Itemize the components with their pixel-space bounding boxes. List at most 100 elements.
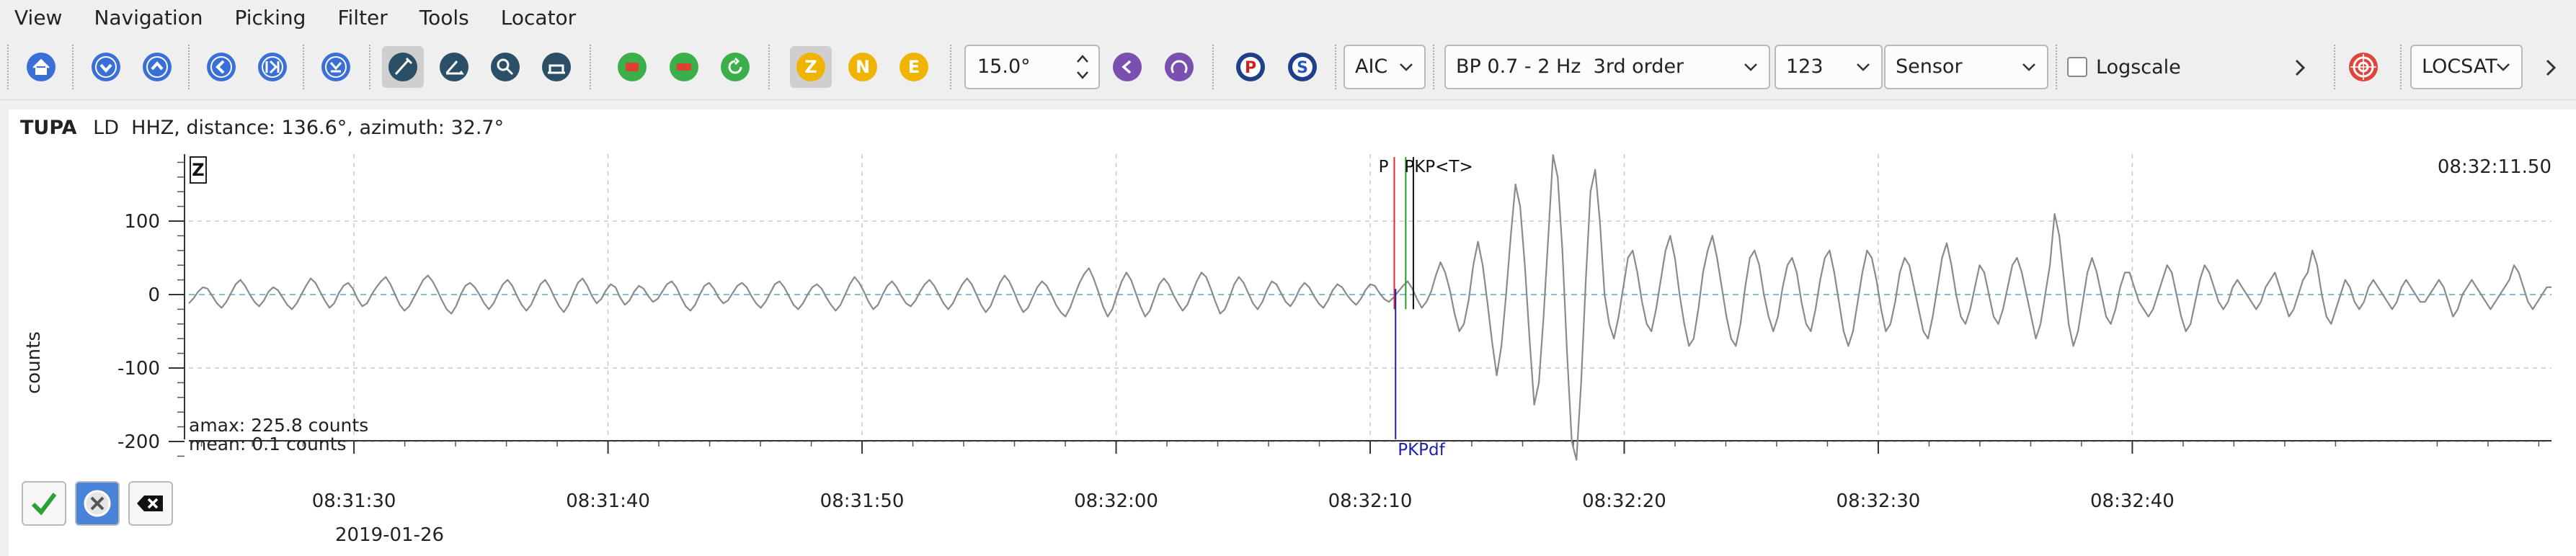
- toolbar-grip[interactable]: [590, 45, 593, 89]
- apply-green-icon: [618, 53, 647, 81]
- seismogram-plot[interactable]: 08:31:30 08:31:40 08:31:50 08:32:00 08:32:10…: [9, 109, 2576, 556]
- component-z-button[interactable]: Z: [790, 46, 832, 88]
- svg-text:P: P: [1245, 59, 1256, 77]
- logscale-checkbox-box[interactable]: [2067, 57, 2087, 77]
- toolbar-grip[interactable]: [7, 45, 11, 89]
- component-n-icon: N: [848, 53, 877, 81]
- filter-value: BP 0.7 - 2 Hz 3rd order: [1456, 55, 1684, 78]
- chevron-down-icon: [1744, 63, 1757, 71]
- toolbar-grip[interactable]: [768, 45, 772, 89]
- menu-locator[interactable]: Locator: [485, 0, 592, 36]
- toolbar-grip[interactable]: [2056, 45, 2059, 89]
- date-label: 2019-01-26: [335, 524, 445, 546]
- channel-value: 123: [1786, 55, 1824, 78]
- chevron-down-icon: [1857, 63, 1870, 71]
- undo-button[interactable]: [714, 46, 756, 88]
- phase-picks: P PKP<T> PKPdf: [1379, 157, 1473, 459]
- y-tick-label: 0: [148, 284, 160, 306]
- phase-p-icon: P: [1236, 53, 1265, 81]
- chevron-down-icon: [2022, 63, 2035, 71]
- rotate-button[interactable]: [433, 46, 475, 88]
- toolbar-grip[interactable]: [2400, 45, 2404, 89]
- locator-select[interactable]: LOCSAT: [2410, 45, 2523, 89]
- pick-s-button[interactable]: S: [1282, 46, 1323, 88]
- previous-trace-button[interactable]: [85, 46, 127, 88]
- spin-updown-icon[interactable]: [1074, 50, 1091, 84]
- chevron-right-icon[interactable]: [2540, 52, 2562, 84]
- relocate-button[interactable]: [2342, 46, 2384, 88]
- chevron-right-icon[interactable]: [2289, 52, 2311, 84]
- x-tick-label: 08:32:30: [1836, 490, 1921, 512]
- angle-increase-button[interactable]: [1158, 46, 1200, 88]
- rotate-icon: [440, 53, 468, 81]
- trace-panel: TUPA LD HHZ, distance: 136.6°, azimuth: …: [9, 109, 2576, 556]
- component-badge: Z: [192, 160, 204, 180]
- svg-text:S: S: [1297, 59, 1308, 77]
- toolbar-grip[interactable]: [188, 45, 192, 89]
- plot-grid: [189, 154, 2551, 442]
- toolbar-grip[interactable]: [303, 45, 306, 89]
- zoom-trace-icon: [491, 53, 520, 81]
- picker-value: AIC: [1355, 55, 1388, 78]
- chevron-down-icon: [2497, 63, 2510, 71]
- x-tick-label: 08:32:00: [1074, 490, 1158, 512]
- x-tick-label: 08:31:40: [566, 490, 650, 512]
- rotation-angle-spinbox[interactable]: 15.0°: [964, 45, 1100, 89]
- toolbar-grip[interactable]: [1433, 45, 1436, 89]
- scroll-left-button[interactable]: [200, 46, 242, 88]
- plot-axes: 08:31:30 08:31:40 08:31:50 08:32:00 08:32:10…: [117, 154, 2551, 512]
- circle-down-icon: [92, 53, 120, 81]
- menu-view[interactable]: View: [0, 0, 78, 36]
- align-button[interactable]: [315, 46, 357, 88]
- filter-select[interactable]: BP 0.7 - 2 Hz 3rd order: [1444, 45, 1770, 89]
- cancel-button[interactable]: [75, 481, 120, 526]
- mean-label: mean: 0.1 counts: [189, 434, 347, 454]
- menu-navigation[interactable]: Navigation: [78, 0, 218, 36]
- apply-red-icon: [670, 53, 698, 81]
- toolbar-grip[interactable]: [1335, 45, 1338, 89]
- picker-select[interactable]: AIC: [1343, 45, 1426, 89]
- logscale-label: Logscale: [2096, 55, 2181, 79]
- component-e-icon: E: [900, 53, 928, 81]
- zoom-out-icon: [542, 53, 571, 81]
- component-e-button[interactable]: E: [893, 46, 935, 88]
- undo-green-icon: [721, 53, 750, 81]
- chevron-down-icon: [1400, 63, 1413, 71]
- accept-button[interactable]: [22, 481, 66, 526]
- toolbar-grip[interactable]: [2334, 45, 2337, 89]
- scroll-right-button[interactable]: [252, 46, 293, 88]
- circle-left-icon: [207, 53, 236, 81]
- toolbar-grip[interactable]: [369, 45, 373, 89]
- zoom-trace-button[interactable]: [484, 46, 526, 88]
- logscale-checkbox[interactable]: Logscale: [2067, 45, 2181, 89]
- toolbar-grip[interactable]: [1212, 45, 1216, 89]
- delete-button[interactable]: [128, 481, 173, 526]
- circle-up-icon: [143, 53, 172, 81]
- component-n-button[interactable]: N: [842, 46, 884, 88]
- delete-icon: [137, 496, 163, 511]
- svg-text:Z: Z: [804, 57, 817, 77]
- next-trace-button[interactable]: [136, 46, 178, 88]
- pick-mode-button[interactable]: [382, 46, 424, 88]
- x-tick-label: 08:31:30: [312, 490, 396, 512]
- down-arrow-icon: [321, 53, 350, 81]
- pick-p-button[interactable]: P: [1230, 46, 1271, 88]
- reject-pick-button[interactable]: [663, 46, 705, 88]
- menu-filter[interactable]: Filter: [321, 0, 403, 36]
- channel-select[interactable]: 123: [1775, 45, 1883, 89]
- home-icon: [27, 53, 55, 81]
- amax-label: amax: 225.8 counts: [189, 415, 369, 436]
- time-readout: 08:32:11.50: [2438, 156, 2551, 178]
- home-button[interactable]: [20, 46, 62, 88]
- x-tick-label: 08:32:10: [1328, 490, 1413, 512]
- unit-mode-select[interactable]: Sensor: [1884, 45, 2048, 89]
- menu-picking[interactable]: Picking: [218, 0, 321, 36]
- zoom-out-button[interactable]: [536, 46, 577, 88]
- toolbar-grip[interactable]: [72, 45, 76, 89]
- accept-pick-button[interactable]: [611, 46, 653, 88]
- angle-decrease-button[interactable]: [1106, 46, 1148, 88]
- menu-tools[interactable]: Tools: [404, 0, 485, 36]
- toolbar-grip[interactable]: [950, 45, 954, 89]
- pick-label: PKP<T>: [1404, 158, 1473, 176]
- pick-label: PKPdf: [1398, 441, 1445, 459]
